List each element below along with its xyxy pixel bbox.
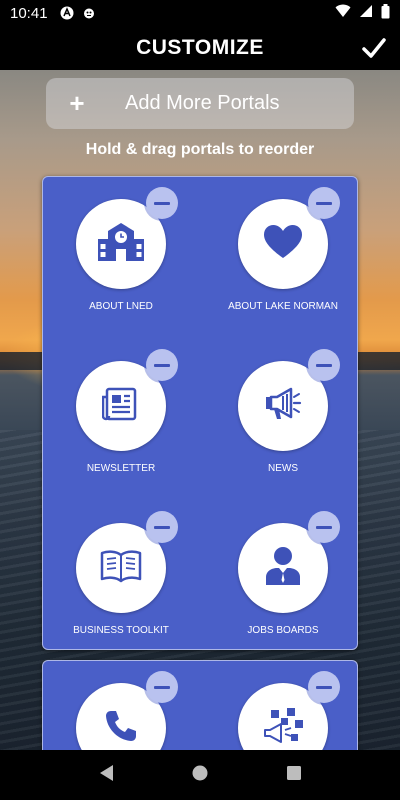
remove-portal-button[interactable]	[308, 349, 340, 381]
open-book-icon	[100, 549, 142, 588]
remove-portal-button[interactable]	[308, 671, 340, 703]
minus-icon	[316, 363, 332, 367]
home-icon[interactable]	[191, 764, 209, 787]
checkmark-icon[interactable]	[360, 34, 388, 62]
cellular-signal-icon	[359, 4, 373, 22]
portal-label: ABOUT LNED	[89, 301, 153, 312]
portal-label: JOBS BOARDS	[247, 625, 319, 636]
remove-portal-button[interactable]	[308, 187, 340, 219]
school-building-icon	[96, 221, 146, 268]
social-media-megaphone-icon	[261, 706, 305, 751]
wifi-icon	[335, 4, 351, 22]
heart-icon	[263, 224, 303, 265]
portal-label: ABOUT LAKE NORMAN	[228, 301, 338, 312]
megaphone-icon	[263, 386, 303, 427]
newspaper-icon	[101, 387, 140, 426]
remove-portal-button[interactable]	[146, 511, 178, 543]
system-nav-bar	[0, 750, 400, 800]
bug-icon	[82, 6, 96, 20]
phone-icon	[104, 709, 138, 748]
portal-tile-business-toolkit[interactable]: BUSINESS TOOLKIT	[43, 501, 193, 651]
remove-portal-button[interactable]	[146, 187, 178, 219]
reorder-hint: Hold & drag portals to reorder	[85, 141, 315, 158]
plus-icon: +	[69, 88, 85, 118]
portal-tile-about-lake-norman[interactable]: ABOUT LAKE NORMAN	[205, 177, 355, 327]
add-more-portals-button[interactable]: + Add More Portals	[46, 78, 354, 129]
minus-icon	[154, 363, 170, 367]
recents-icon[interactable]	[286, 765, 302, 786]
portal-tile-about-lned[interactable]: ABOUT LNED	[43, 177, 193, 327]
portal-tile-newsletter[interactable]: NEWSLETTER	[43, 339, 193, 489]
battery-icon	[381, 3, 390, 23]
app-notification-icon	[60, 6, 74, 20]
portal-panel: ABOUT LNED ABOUT LAKE NORMAN NEWSLETTER	[42, 176, 358, 650]
portal-tile-news[interactable]: NEWS	[205, 339, 355, 489]
minus-icon	[316, 201, 332, 205]
businessman-icon	[264, 546, 302, 591]
add-more-portals-label: Add More Portals	[125, 92, 280, 114]
portal-label: NEWSLETTER	[86, 463, 156, 474]
minus-icon	[154, 525, 170, 529]
minus-icon	[154, 201, 170, 205]
remove-portal-button[interactable]	[146, 671, 178, 703]
status-bar: 10:41	[0, 0, 400, 26]
portal-tile-jobs-boards[interactable]: JOBS BOARDS	[205, 501, 355, 651]
remove-portal-button[interactable]	[308, 511, 340, 543]
portal-label: NEWS	[268, 463, 298, 474]
page-title: CUSTOMIZE	[136, 36, 264, 59]
back-icon[interactable]	[98, 764, 114, 787]
minus-icon	[316, 525, 332, 529]
minus-icon	[316, 685, 332, 689]
remove-portal-button[interactable]	[146, 349, 178, 381]
portal-panel	[42, 660, 358, 773]
portal-label: BUSINESS TOOLKIT	[73, 625, 169, 636]
app-header: CUSTOMIZE	[0, 26, 400, 70]
status-time: 10:41	[10, 4, 48, 22]
minus-icon	[154, 685, 170, 689]
